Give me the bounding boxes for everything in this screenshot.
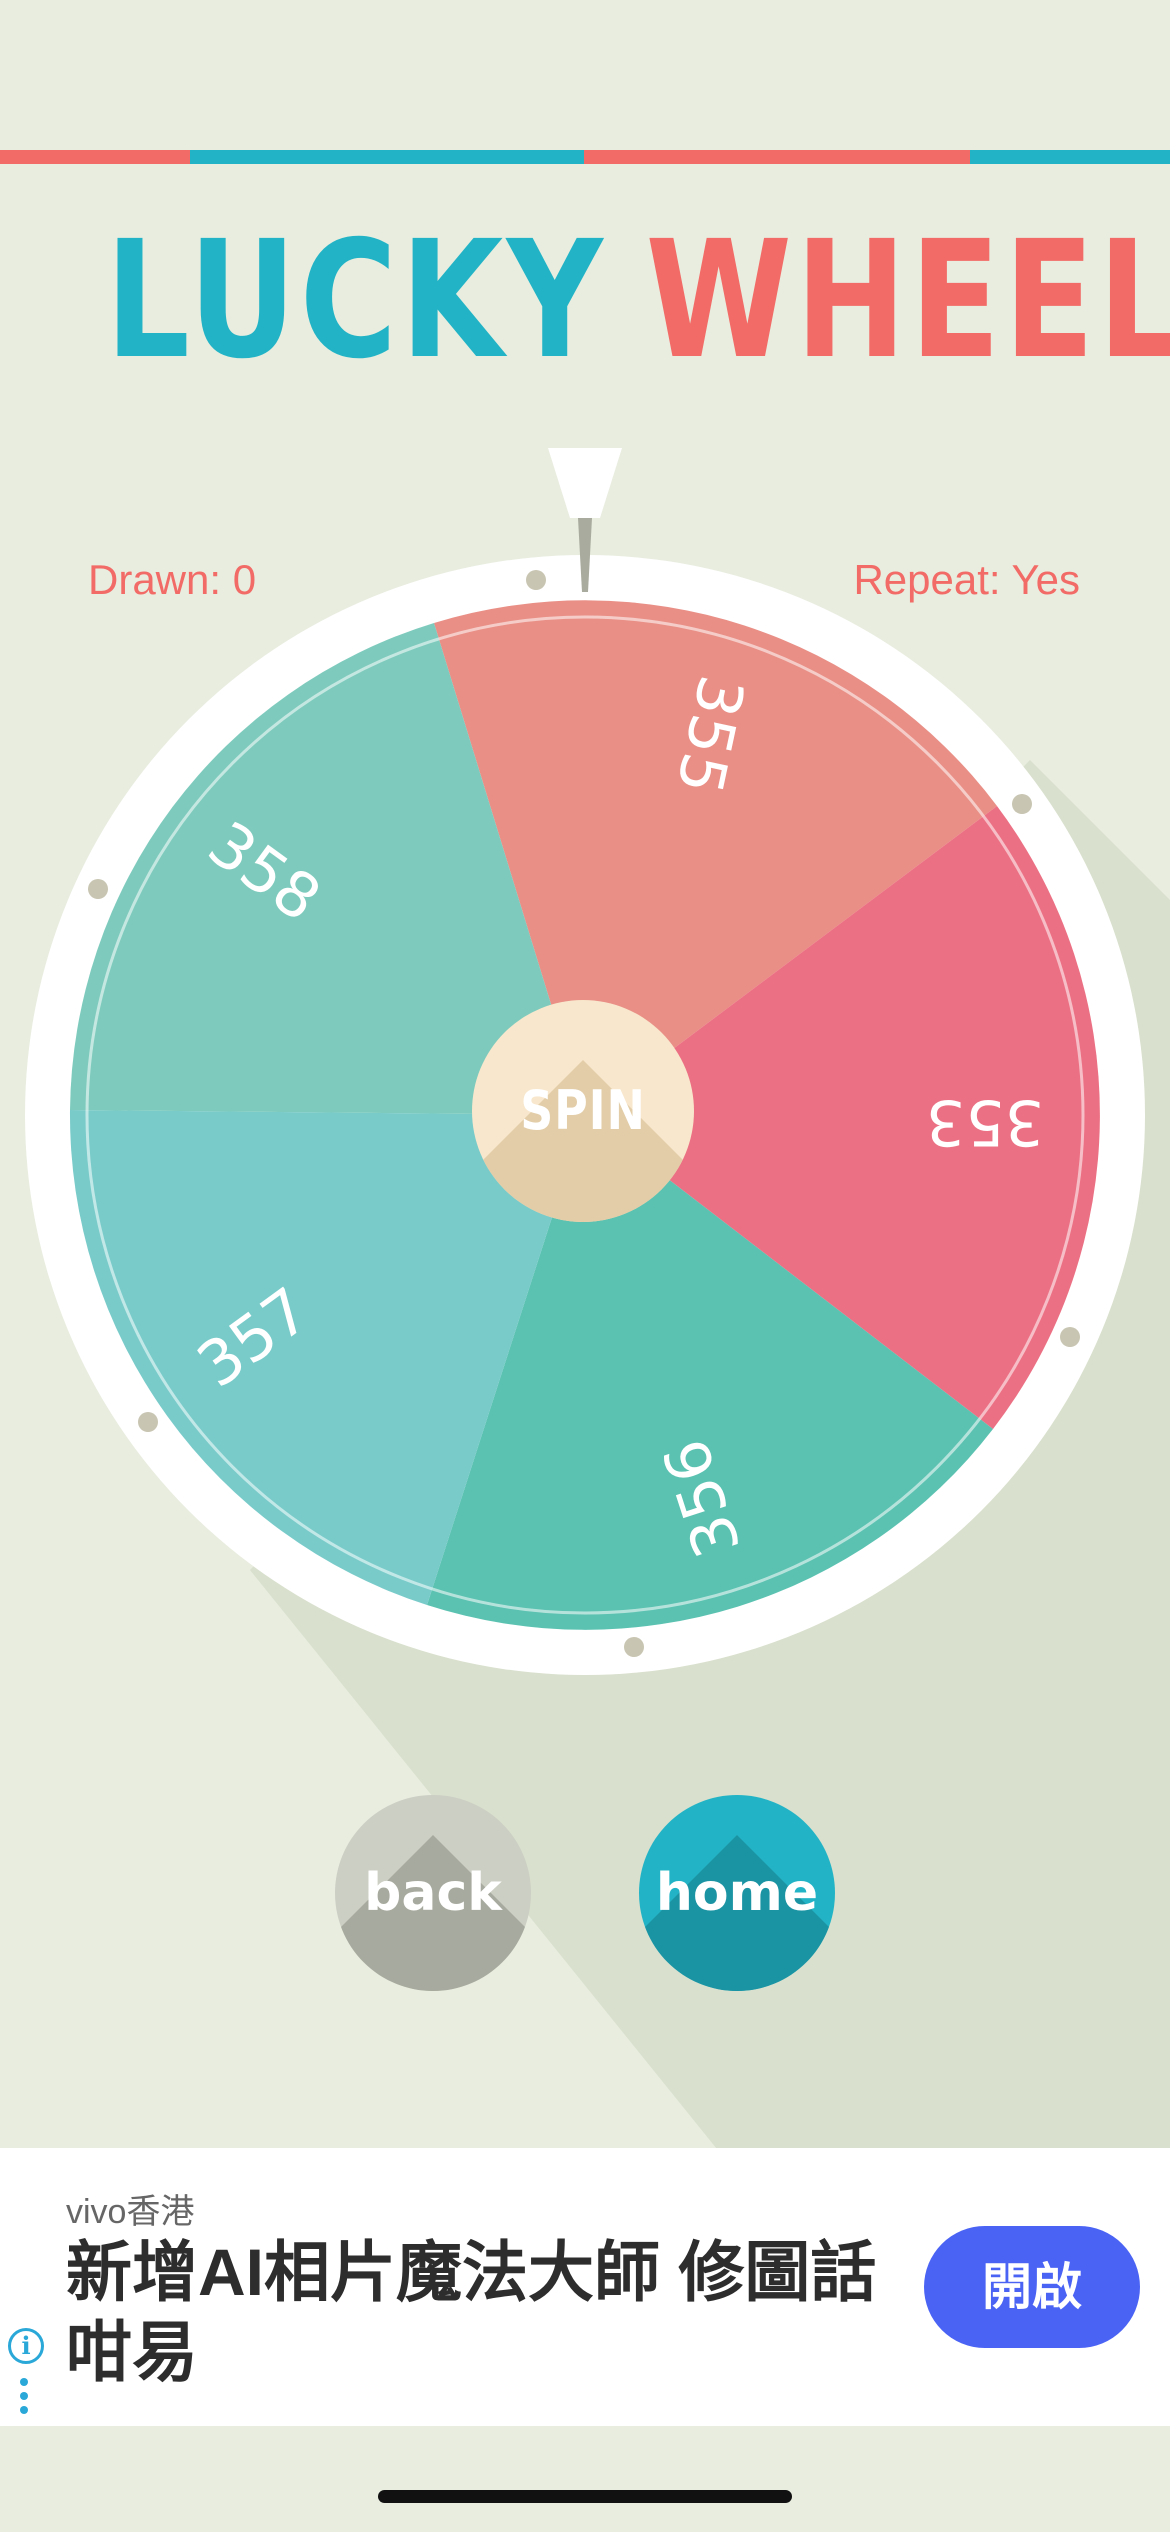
- ad-banner[interactable]: vivo香港 新增AI相片魔法大師 修圖話咁易 開啟 i: [0, 2148, 1170, 2426]
- ad-advertiser: vivo香港: [66, 2193, 195, 2231]
- rim-dot: [526, 570, 546, 590]
- rim-dot: [1060, 1327, 1080, 1347]
- back-button-label: back: [364, 1863, 502, 1923]
- segment-label-353: 353: [926, 1086, 1044, 1159]
- rim-dot: [624, 1637, 644, 1657]
- back-button[interactable]: back: [335, 1795, 531, 1991]
- spin-button[interactable]: SPIN: [472, 1000, 694, 1222]
- rim-dot: [138, 1412, 158, 1432]
- ad-open-button[interactable]: 開啟: [924, 2226, 1140, 2348]
- ad-headline[interactable]: 新增AI相片魔法大師 修圖話咁易: [66, 2232, 886, 2392]
- ad-info-icon[interactable]: i: [8, 2328, 44, 2364]
- home-button-label: home: [655, 1863, 819, 1923]
- ad-more-icon[interactable]: [20, 2378, 28, 2420]
- spin-button-label: SPIN: [520, 1079, 646, 1142]
- rim-dot: [88, 879, 108, 899]
- home-button[interactable]: home: [639, 1795, 835, 1991]
- rim-dot: [1012, 794, 1032, 814]
- home-indicator[interactable]: [378, 2490, 792, 2503]
